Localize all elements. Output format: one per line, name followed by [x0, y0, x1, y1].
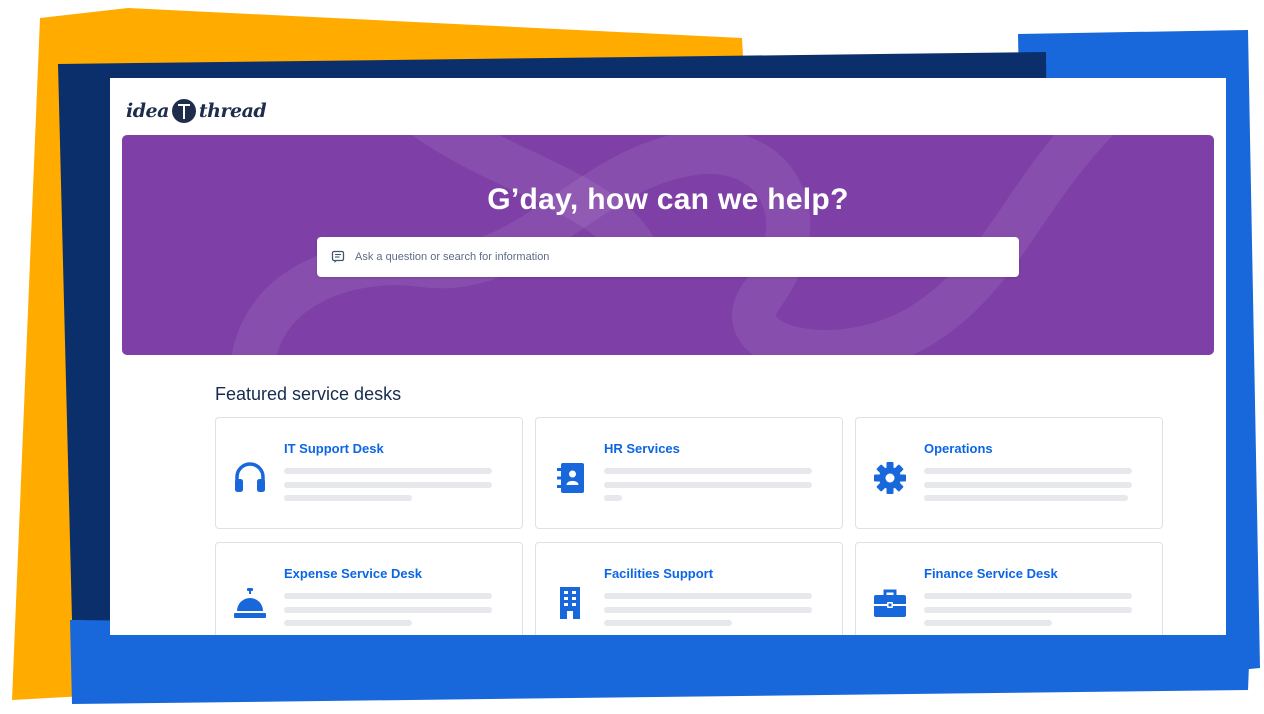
placeholder-line [284, 495, 412, 501]
logo-mark-icon [171, 99, 196, 123]
service-desk-card[interactable]: IT Support Desk [215, 417, 523, 529]
search-input[interactable] [353, 250, 997, 264]
contact-book-icon [557, 463, 584, 493]
placeholder-line [604, 620, 732, 626]
placeholder-line [604, 607, 812, 613]
help-center-window: idea thread G’day, how can we help? Feat… [110, 78, 1226, 635]
office-building-icon [560, 587, 580, 619]
service-desk-card[interactable]: Finance Service Desk [855, 542, 1163, 635]
hero-heading: G’day, how can we help? [487, 183, 849, 216]
ideathread-logo[interactable]: idea thread [126, 96, 267, 126]
placeholder-line [924, 620, 1052, 626]
placeholder-line [924, 468, 1132, 474]
service-desk-name: Operations [924, 441, 993, 456]
search-box[interactable] [317, 237, 1019, 277]
placeholder-line [284, 607, 492, 613]
placeholder-line [924, 495, 1128, 501]
chat-bubble-icon [331, 250, 345, 263]
placeholder-line [604, 495, 622, 501]
service-desk-card[interactable]: Expense Service Desk [215, 542, 523, 635]
placeholder-line [604, 482, 812, 488]
placeholder-line [284, 482, 492, 488]
placeholder-line [604, 468, 812, 474]
placeholder-line [284, 468, 492, 474]
service-desk-name: Expense Service Desk [284, 566, 423, 581]
placeholder-line [284, 620, 412, 626]
placeholder-line [924, 607, 1132, 613]
service-desk-card[interactable]: HR Services [535, 417, 843, 529]
service-desk-name: Facilities Support [604, 566, 714, 581]
briefcase-icon [874, 589, 906, 617]
service-desk-name: Finance Service Desk [924, 566, 1058, 581]
placeholder-line [924, 593, 1132, 599]
service-bell-icon [234, 588, 266, 618]
logo-text-left: idea [126, 100, 169, 122]
headset-icon [235, 462, 265, 492]
service-desk-grid: IT Support Desk HR Services Operations E… [215, 417, 1163, 635]
service-desk-name: IT Support Desk [284, 441, 384, 456]
service-desk-card[interactable]: Operations [855, 417, 1163, 529]
hero-banner: G’day, how can we help? [122, 135, 1214, 355]
service-desk-name: HR Services [604, 441, 680, 456]
gear-icon [874, 462, 906, 494]
placeholder-line [284, 593, 492, 599]
logo-text-right: thread [198, 100, 267, 122]
service-desk-card[interactable]: Facilities Support [535, 542, 843, 635]
featured-heading: Featured service desks [215, 384, 402, 404]
placeholder-line [924, 482, 1132, 488]
placeholder-line [604, 593, 812, 599]
